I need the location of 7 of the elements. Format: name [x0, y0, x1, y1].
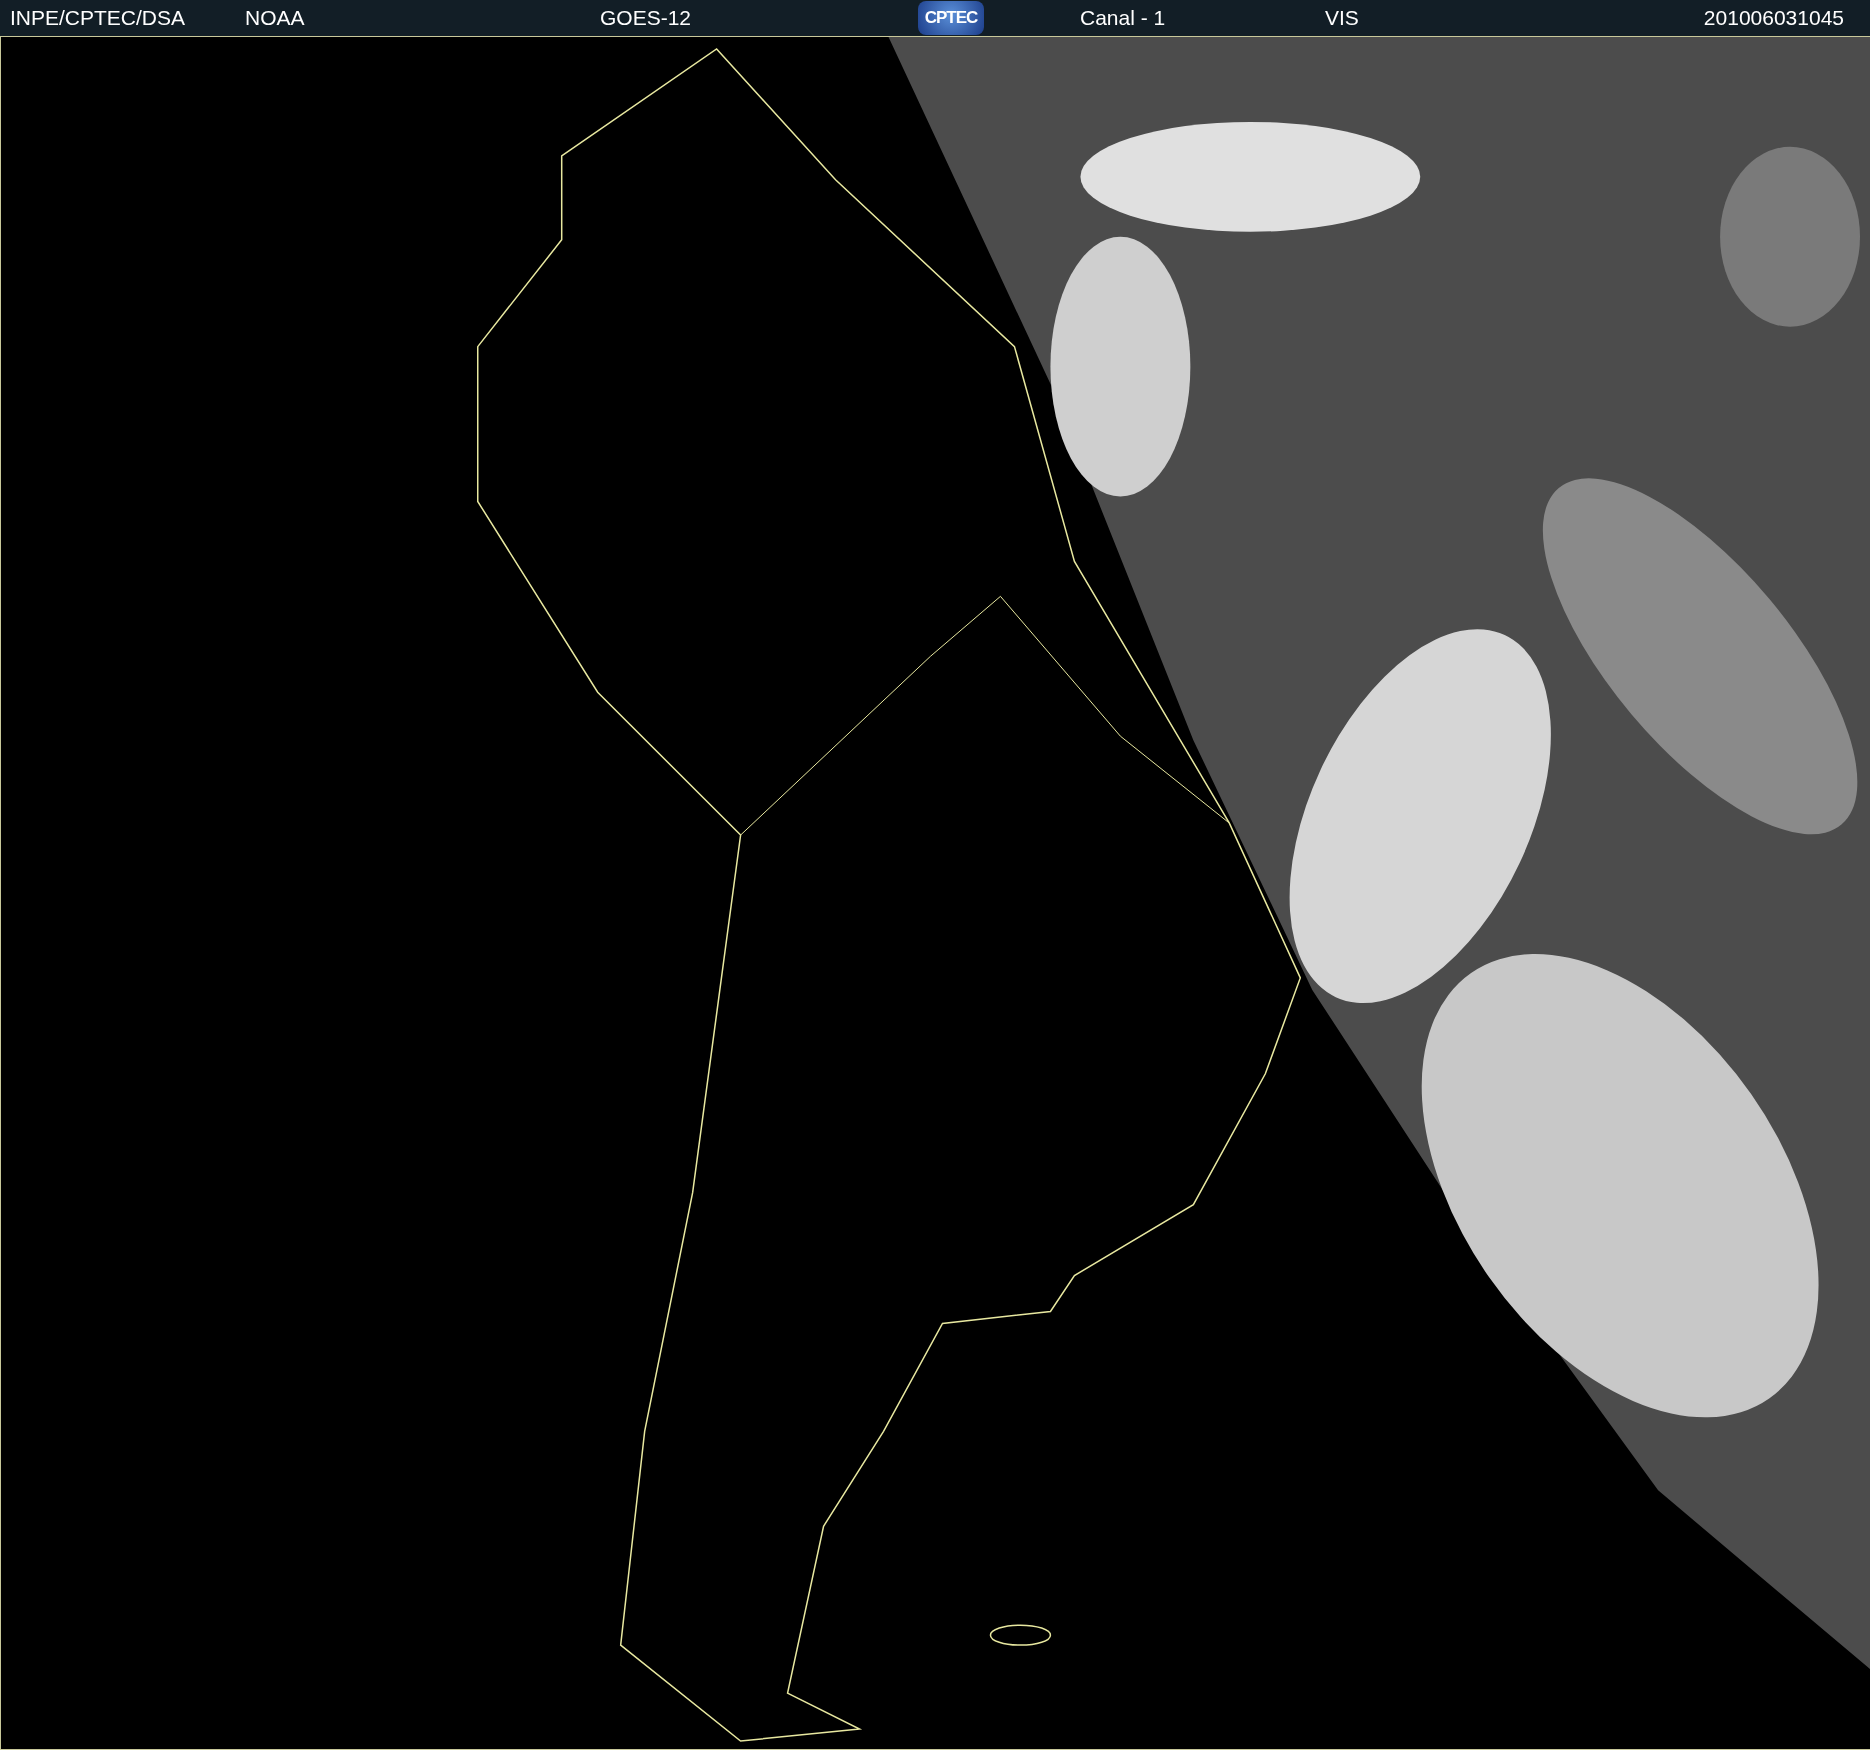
channel-label: Canal - 1: [1080, 6, 1167, 30]
source-label: INPE/CPTEC/DSA: [10, 6, 187, 30]
timestamp: 201006031045: [1703, 6, 1844, 30]
band-label: VIS: [1325, 6, 1360, 30]
agency-label: NOAA: [245, 6, 306, 30]
logo: CPTEC: [918, 1, 984, 35]
satellite-label: GOES-12: [600, 6, 693, 30]
